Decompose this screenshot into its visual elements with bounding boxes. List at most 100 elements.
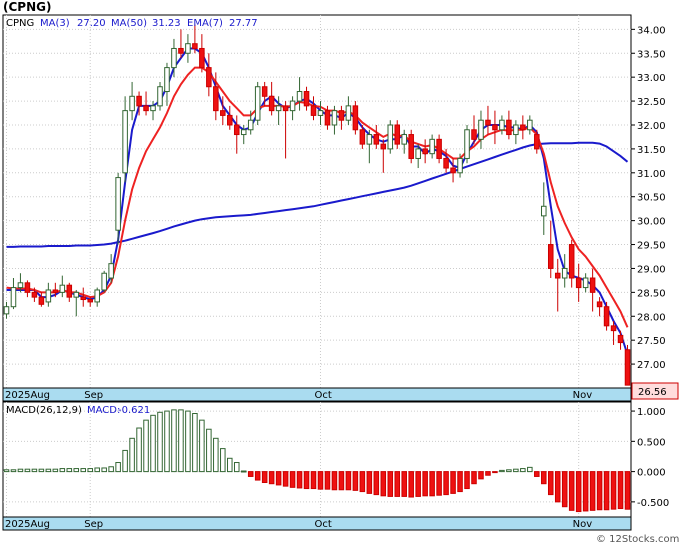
candle-body-up	[296, 91, 303, 102]
macd-bar-positive	[38, 468, 45, 473]
candle-body-down	[492, 124, 498, 131]
macd-bar-positive	[157, 411, 163, 473]
macd-bar-positive	[108, 466, 114, 473]
macd-panel: 1.000 0.500 0.000 -0.500 MACD(26,12,9) MACD…	[2, 401, 669, 518]
price-y-tick-label: 33.00	[637, 73, 666, 84]
price-y-tick-label: 27.00	[637, 360, 666, 371]
macd-bar-negative	[317, 471, 324, 490]
candle-body-up	[129, 95, 135, 112]
macd-bar-negative	[450, 471, 456, 494]
macd-bar-negative	[296, 471, 303, 489]
candle-body-up	[157, 86, 163, 107]
candle-body-up	[73, 291, 80, 298]
macd-legend-value: -0.621	[118, 405, 150, 416]
macd-bar-positive	[45, 468, 52, 473]
candle-body-down	[324, 110, 331, 126]
macd-bar-negative	[415, 471, 421, 497]
candle-body-up	[247, 119, 254, 131]
price-y-tick-label: 31.00	[637, 169, 666, 180]
candle	[436, 134, 442, 164]
macd-bar-negative	[478, 471, 484, 480]
macd-bar-negative	[554, 471, 561, 503]
candle-body-down	[233, 124, 240, 136]
macd-y-tick-label: -0.500	[637, 498, 669, 509]
candle-body-up	[115, 177, 121, 231]
macd-bar-negative	[373, 471, 380, 496]
candle-body-down	[352, 105, 359, 131]
candle-body-up	[415, 148, 421, 159]
candle-body-down	[443, 157, 449, 169]
candle-body-down	[303, 91, 310, 107]
macd-bar-negative	[617, 471, 624, 510]
macd-bar-positive	[506, 469, 512, 473]
macd-y-tick-label: 0.500	[637, 437, 666, 448]
candle-body-down	[178, 47, 184, 54]
price-y-tick-label: 31.50	[637, 145, 666, 156]
macd-bar-negative	[247, 471, 254, 477]
macd-bar-positive	[143, 419, 149, 473]
macd-bar-positive	[59, 468, 66, 473]
candle-body-down	[261, 86, 268, 97]
macd-bar-positive	[10, 469, 17, 473]
macd-bar-negative	[547, 471, 554, 496]
candle-body-down	[31, 291, 38, 298]
candle-body-down	[66, 284, 73, 298]
candle-body-up	[429, 138, 435, 155]
macd-bar-negative	[561, 471, 568, 508]
candle-body-up	[45, 289, 52, 303]
candle-body-down	[268, 95, 275, 112]
candle-body-up	[101, 272, 107, 291]
candle-body-down	[408, 134, 414, 159]
candle-body-down	[310, 105, 317, 116]
candle-body-down	[373, 134, 380, 145]
candle-body-up	[94, 289, 100, 303]
macd-bar-negative	[331, 471, 338, 491]
macd-bar-negative	[394, 471, 401, 497]
macd-bar-negative	[268, 471, 275, 485]
candle-body-up	[150, 105, 156, 112]
macd-bar-positive	[499, 469, 505, 473]
macd-bar-positive	[199, 419, 205, 473]
candle-body-down	[471, 129, 477, 140]
macd-bar-positive	[80, 468, 87, 473]
candle-body-down	[520, 124, 526, 131]
macd-bar-negative	[387, 471, 394, 497]
candle-body-up	[561, 267, 568, 279]
macd-bar-positive	[233, 462, 240, 473]
macd-bar-negative	[289, 471, 296, 488]
candle-body-up	[59, 284, 66, 293]
macd-bar-positive	[185, 410, 191, 473]
macd-bar-positive	[52, 468, 59, 473]
candle	[408, 129, 414, 164]
chart-canvas: (CPNG) 27.00 27.50 28.00 28.50 29.00 29.50 30.…	[2, 0, 679, 545]
macd-bar-positive	[115, 462, 121, 473]
candle	[352, 101, 359, 135]
candle-body-down	[624, 349, 631, 386]
candle	[464, 124, 470, 164]
macd-legend-label: MACD(26,12,9)	[6, 405, 82, 416]
macd-bar-positive	[129, 437, 135, 473]
macd-bar-negative	[582, 471, 589, 512]
price-y-tick-label: 32.50	[637, 97, 666, 108]
macd-bar-positive	[520, 468, 526, 473]
macd-bar-negative	[471, 471, 477, 485]
x-tick-label: 2025Aug	[5, 519, 50, 530]
candle-body-down	[534, 134, 540, 150]
last-price-label: 26.56	[638, 387, 667, 398]
macd-legend: MACD(26,12,9) MACD: -0.621	[6, 405, 150, 416]
candle-body-down	[617, 334, 624, 344]
candle	[603, 301, 610, 331]
candle-body-down	[206, 67, 212, 88]
x-tick-label: Nov	[573, 519, 593, 530]
candle-body-down	[568, 244, 575, 279]
candle-body-up	[541, 205, 547, 217]
candle-body-down	[610, 325, 617, 332]
x-tick-label: Sep	[84, 519, 103, 530]
macd-bar-negative	[380, 471, 387, 497]
price-y-tick-label: 27.50	[637, 336, 666, 347]
candle-body-up	[108, 263, 114, 279]
candle-body-down	[338, 110, 345, 121]
price-legend: CPNG MA(3) 27.20 MA(50) 31.23 EMA(7) 27.…	[6, 18, 258, 29]
candle-body-up	[171, 47, 177, 69]
macd-bar-positive	[122, 449, 128, 473]
